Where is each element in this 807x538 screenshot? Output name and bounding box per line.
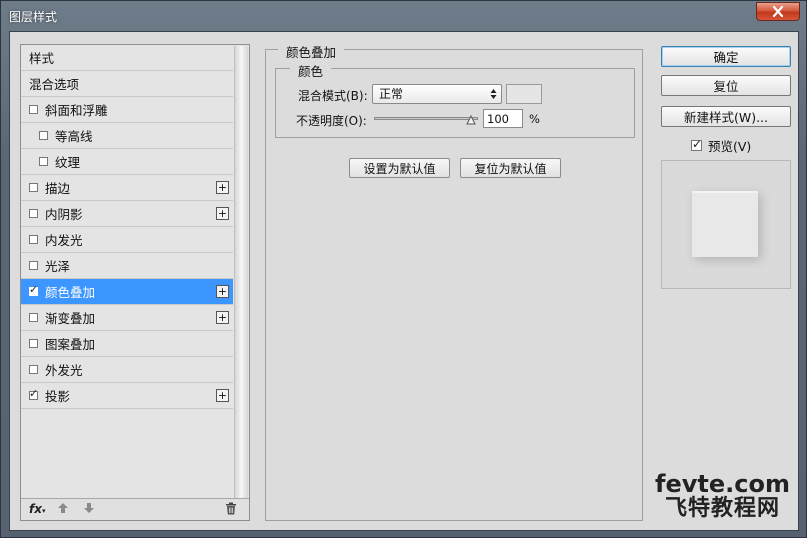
preview-checkbox[interactable]: 预览(V) [691, 136, 751, 155]
opacity-input[interactable]: 100 [483, 109, 523, 128]
add-effect-button[interactable]: + [216, 311, 229, 324]
opacity-slider-thumb[interactable] [466, 114, 476, 125]
sidebar-item-label: 投影 [45, 389, 71, 404]
sidebar-item-label: 内阴影 [45, 207, 83, 222]
reset-button[interactable]: 复位 [661, 75, 791, 96]
sidebar-item[interactable]: 等高线 [21, 123, 233, 149]
sidebar-item[interactable]: 渐变叠加 + [21, 305, 233, 331]
sidebar-item-checkbox[interactable] [29, 387, 38, 400]
reset-default-button[interactable]: 复位为默认值 [460, 158, 561, 178]
sidebar-item[interactable]: 描边 + [21, 175, 233, 201]
preview-thumbnail [661, 160, 791, 289]
sidebar-item-label: 样式 [29, 51, 55, 66]
sidebar-item-checkbox[interactable] [29, 339, 38, 348]
overlay-color-swatch[interactable] [506, 84, 542, 104]
add-effect-button[interactable]: + [216, 181, 229, 194]
ok-button[interactable]: 确定 [661, 46, 791, 67]
blend-mode-label: 混合模式(B): [298, 89, 368, 103]
sidebar-item[interactable]: 外发光 [21, 357, 233, 383]
watermark-logo: fevte.com 飞特教程网 [655, 472, 790, 520]
sidebar-item-label: 图案叠加 [45, 337, 96, 352]
sidebar-item-checkbox[interactable] [29, 261, 38, 270]
layer-style-dialog: 图层样式 样式混合选项斜面和浮雕等高线纹理描边+内阴影+内发光光泽颜色叠加+渐变… [0, 0, 807, 538]
sidebar-item-checkbox[interactable] [29, 183, 38, 192]
sidebar-item[interactable]: 内发光 [21, 227, 233, 253]
sidebar-item-label: 内发光 [45, 233, 83, 248]
opacity-unit: % [529, 112, 540, 126]
set-default-button[interactable]: 设置为默认值 [349, 158, 450, 178]
close-icon [772, 6, 784, 17]
sidebar-item[interactable]: 内阴影 + [21, 201, 233, 227]
color-group-title: 颜色 [290, 61, 332, 80]
sidebar-item-checkbox[interactable] [29, 105, 38, 114]
sidebar-item-label: 描边 [45, 181, 71, 196]
sidebar-item[interactable]: 颜色叠加 + [21, 279, 233, 305]
sidebar-item[interactable]: 投影 + [21, 383, 233, 409]
blend-mode-select[interactable]: 正常 [372, 84, 502, 104]
sidebar-item[interactable]: 纹理 [21, 149, 233, 175]
sidebar-item[interactable]: 混合选项 [21, 71, 233, 97]
color-overlay-panel: 颜色叠加 颜色 混合模式(B): 正常 不透明度(O): 100 % 设置为默认… [265, 42, 643, 521]
sidebar-item-checkbox[interactable] [29, 209, 38, 218]
watermark-line1: fevte.com [655, 470, 790, 498]
list-scrollbar[interactable] [234, 46, 248, 498]
preview-label: 预览(V) [708, 139, 752, 154]
sidebar-item-label: 混合选项 [29, 77, 80, 92]
sidebar-item[interactable]: 斜面和浮雕 [21, 97, 233, 123]
opacity-label: 不透明度(O): [296, 114, 367, 128]
dialog-client-area: 样式混合选项斜面和浮雕等高线纹理描边+内阴影+内发光光泽颜色叠加+渐变叠加+图案… [9, 31, 799, 531]
preview-swatch [692, 191, 758, 257]
trash-icon[interactable] [225, 502, 237, 518]
sidebar-item-checkbox[interactable] [29, 313, 38, 322]
sidebar-item[interactable]: 图案叠加 [21, 331, 233, 357]
styles-list: 样式混合选项斜面和浮雕等高线纹理描边 + 内阴影 + 内发光光泽颜色叠加 + 渐变叠加 + 图案… [20, 44, 250, 521]
sidebar-item-label: 外发光 [45, 363, 83, 378]
close-button[interactable] [756, 2, 800, 21]
sidebar-item-label: 渐变叠加 [45, 311, 96, 326]
new-style-button[interactable]: 新建样式(W)... [661, 106, 791, 127]
sidebar-item-checkbox[interactable] [29, 283, 38, 296]
color-group: 颜色 混合模式(B): 正常 不透明度(O): 100 % [275, 61, 635, 138]
add-effect-button[interactable]: + [216, 207, 229, 220]
sidebar-item-checkbox[interactable] [39, 157, 48, 166]
sidebar-item-checkbox[interactable] [29, 365, 38, 374]
fx-button[interactable]: fx▾ [29, 502, 45, 516]
sidebar-item[interactable]: 样式 [21, 45, 233, 71]
styles-list-items: 样式混合选项斜面和浮雕等高线纹理描边 + 内阴影 + 内发光光泽颜色叠加 + 渐变叠加 + 图案… [21, 45, 233, 409]
arrow-down-icon[interactable] [83, 502, 95, 517]
add-effect-button[interactable]: + [216, 285, 229, 298]
watermark-line2: 飞特教程网 [665, 496, 781, 521]
blend-mode-value: 正常 [379, 87, 404, 101]
sidebar-item-label: 纹理 [55, 155, 81, 170]
add-effect-button[interactable]: + [216, 389, 229, 402]
panel-title: 颜色叠加 [278, 42, 345, 61]
select-arrows-icon [490, 85, 497, 107]
arrow-up-icon[interactable] [57, 502, 69, 517]
window-title: 图层样式 [9, 10, 58, 24]
sidebar-item[interactable]: 光泽 [21, 253, 233, 279]
sidebar-item-label: 颜色叠加 [45, 285, 96, 300]
opacity-slider-track[interactable] [374, 117, 478, 120]
sidebar-item-label: 等高线 [55, 129, 93, 144]
preview-checkbox-box[interactable] [691, 137, 702, 151]
sidebar-item-checkbox[interactable] [29, 235, 38, 244]
list-footer: fx▾ [21, 498, 249, 520]
sidebar-item-label: 光泽 [45, 259, 71, 274]
sidebar-item-checkbox[interactable] [39, 131, 48, 140]
title-bar[interactable]: 图层样式 [1, 1, 806, 31]
sidebar-item-label: 斜面和浮雕 [45, 103, 108, 118]
